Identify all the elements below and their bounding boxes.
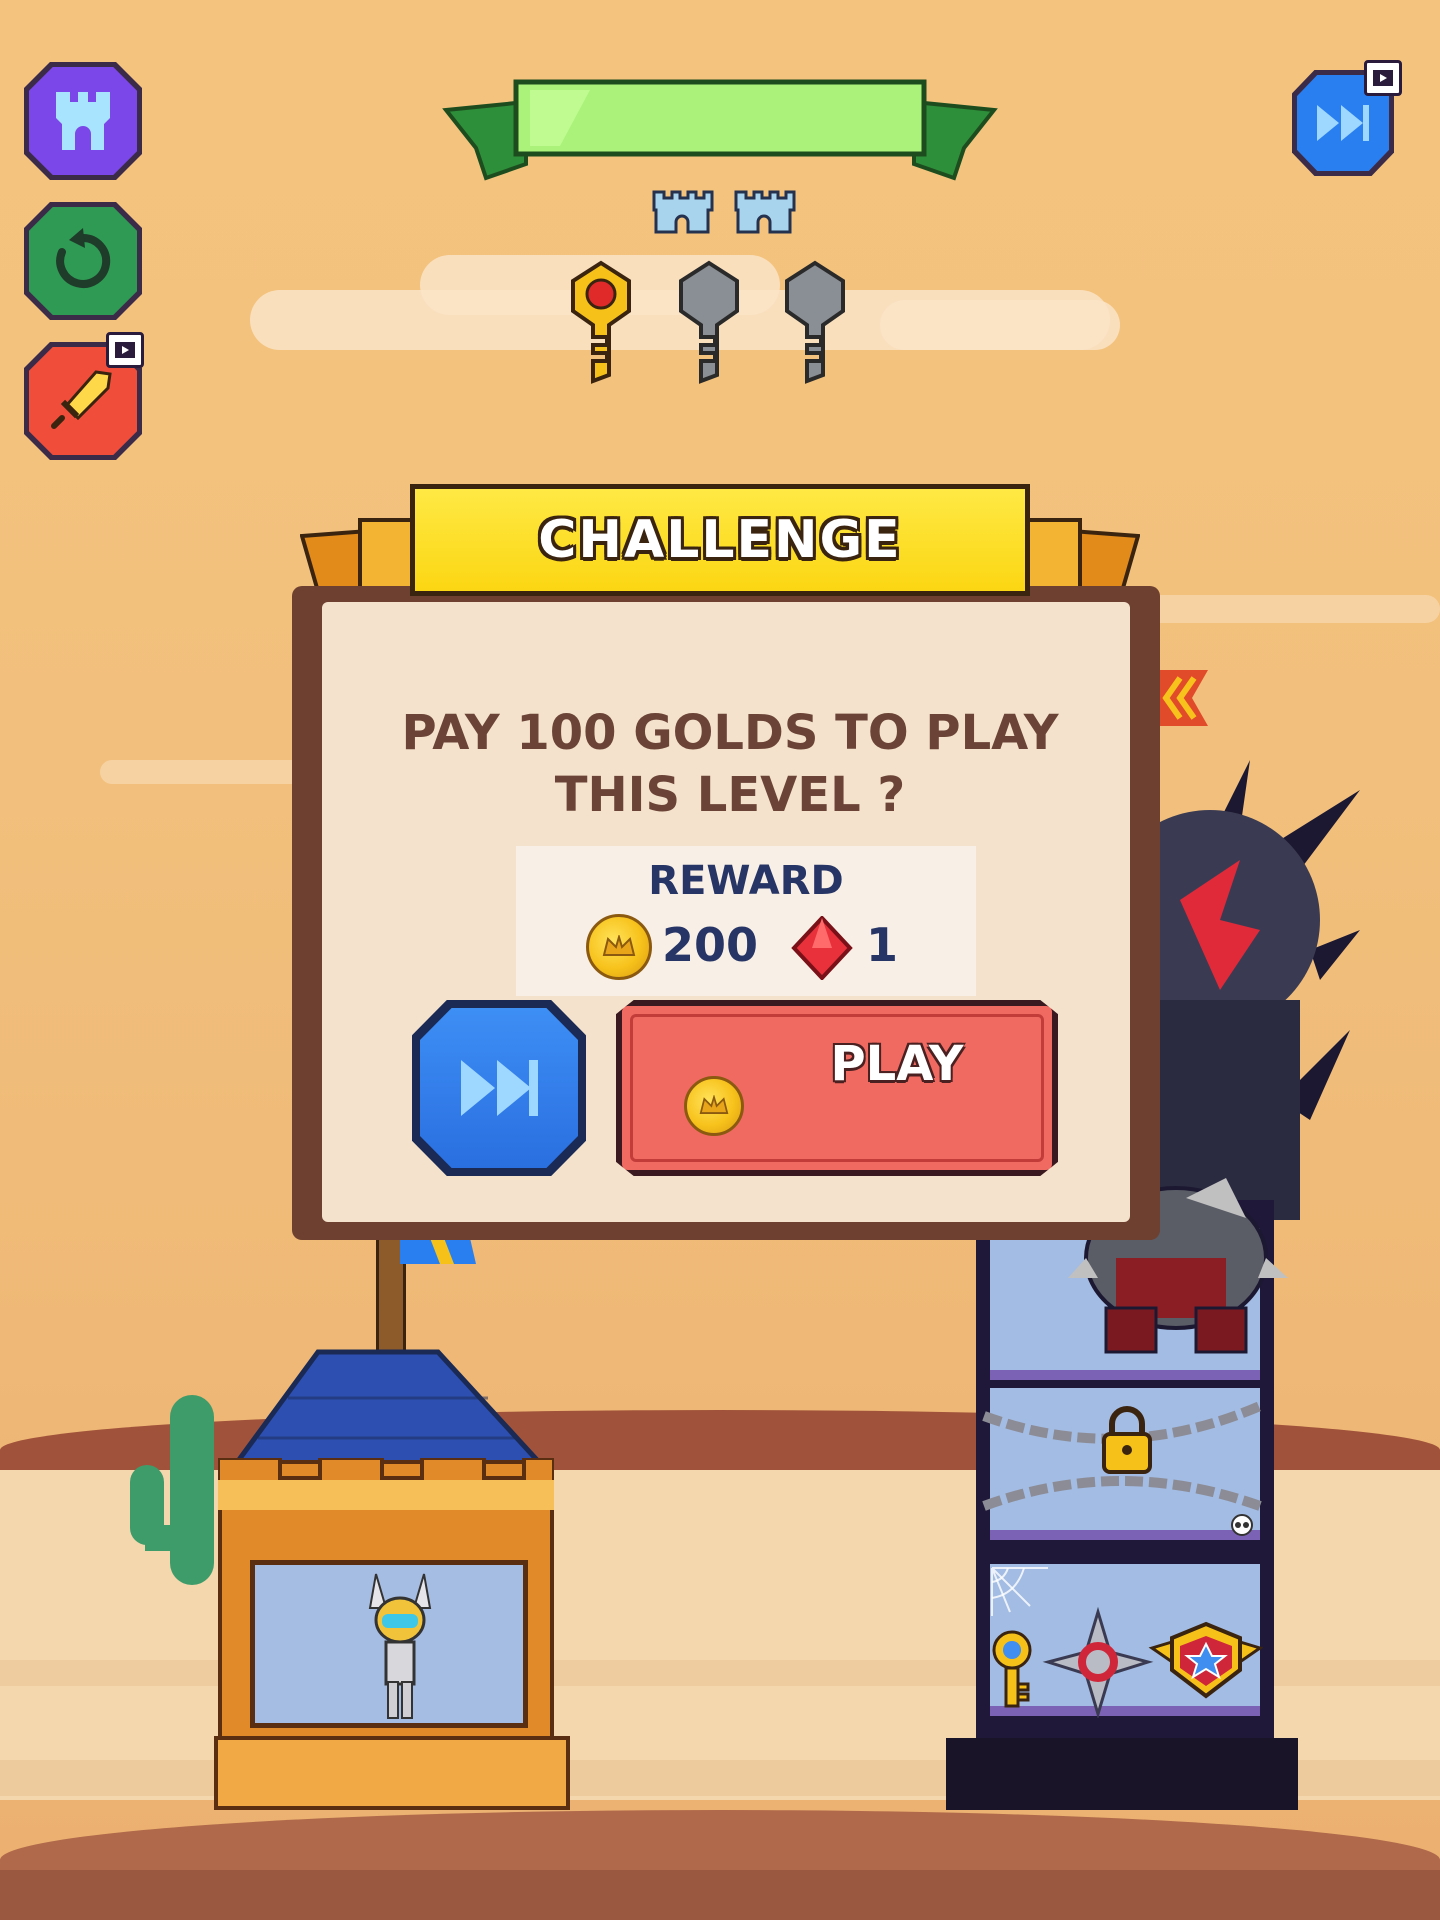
gold-coin-icon [684,1076,744,1136]
reward-label: REWARD [648,858,844,904]
gold-coin-icon [586,914,652,980]
fast-forward-icon [1317,105,1369,141]
video-ad-badge [1364,60,1402,96]
reward-gold-amount: 200 [662,918,759,972]
star-badge-reward-icon [1148,1621,1264,1699]
cobweb-icon [991,1567,1048,1616]
cloud [880,300,1120,350]
castle-progress-icon [652,190,714,234]
question-line-2: THIS LEVEL ? [554,767,906,823]
sword-icon [51,370,112,429]
enemy-tower-base [946,1738,1298,1810]
tower-crenellations [218,1458,554,1510]
blue-key-reward-icon [992,1630,1032,1708]
film-icon [1373,70,1393,86]
fast-forward-icon [461,1060,538,1116]
cloud [1120,595,1440,623]
castle-menu-button[interactable] [24,62,142,180]
key-collected-icon [571,260,631,384]
player-flag [400,1238,476,1264]
dialog-title-banner: CHALLENGE [410,484,1030,596]
play-label: PLAY [830,1036,964,1092]
red-gem-icon [791,916,853,980]
restart-button[interactable] [24,202,142,320]
film-icon [115,342,135,358]
castle-progress-icon [734,190,796,234]
restart-icon [56,228,111,288]
castle-icon [56,92,110,150]
dialog-title: CHALLENGE [538,510,902,570]
level-ribbon [442,79,998,181]
foreground-ground [0,1870,1440,1920]
shuriken-reward-icon [1042,1606,1154,1718]
skip-with-ad-button[interactable] [412,1000,586,1176]
hero-knight [368,1573,432,1719]
video-ad-badge [106,332,144,368]
reward-gem-amount: 1 [866,918,899,972]
challenge-question: PAY 100 GOLDS TO PLAY THIS LEVEL ? [370,702,1090,826]
reward-panel: REWARD 200 1 [516,846,976,996]
skull-icon [1231,1514,1253,1536]
question-line-1: PAY 100 GOLDS TO PLAY [401,705,1059,761]
play-button[interactable]: PLAY [616,1000,1058,1176]
key-locked-icon [679,260,739,384]
key-locked-icon [785,260,845,384]
tower-base [214,1736,570,1810]
padlock-icon [1102,1406,1152,1474]
